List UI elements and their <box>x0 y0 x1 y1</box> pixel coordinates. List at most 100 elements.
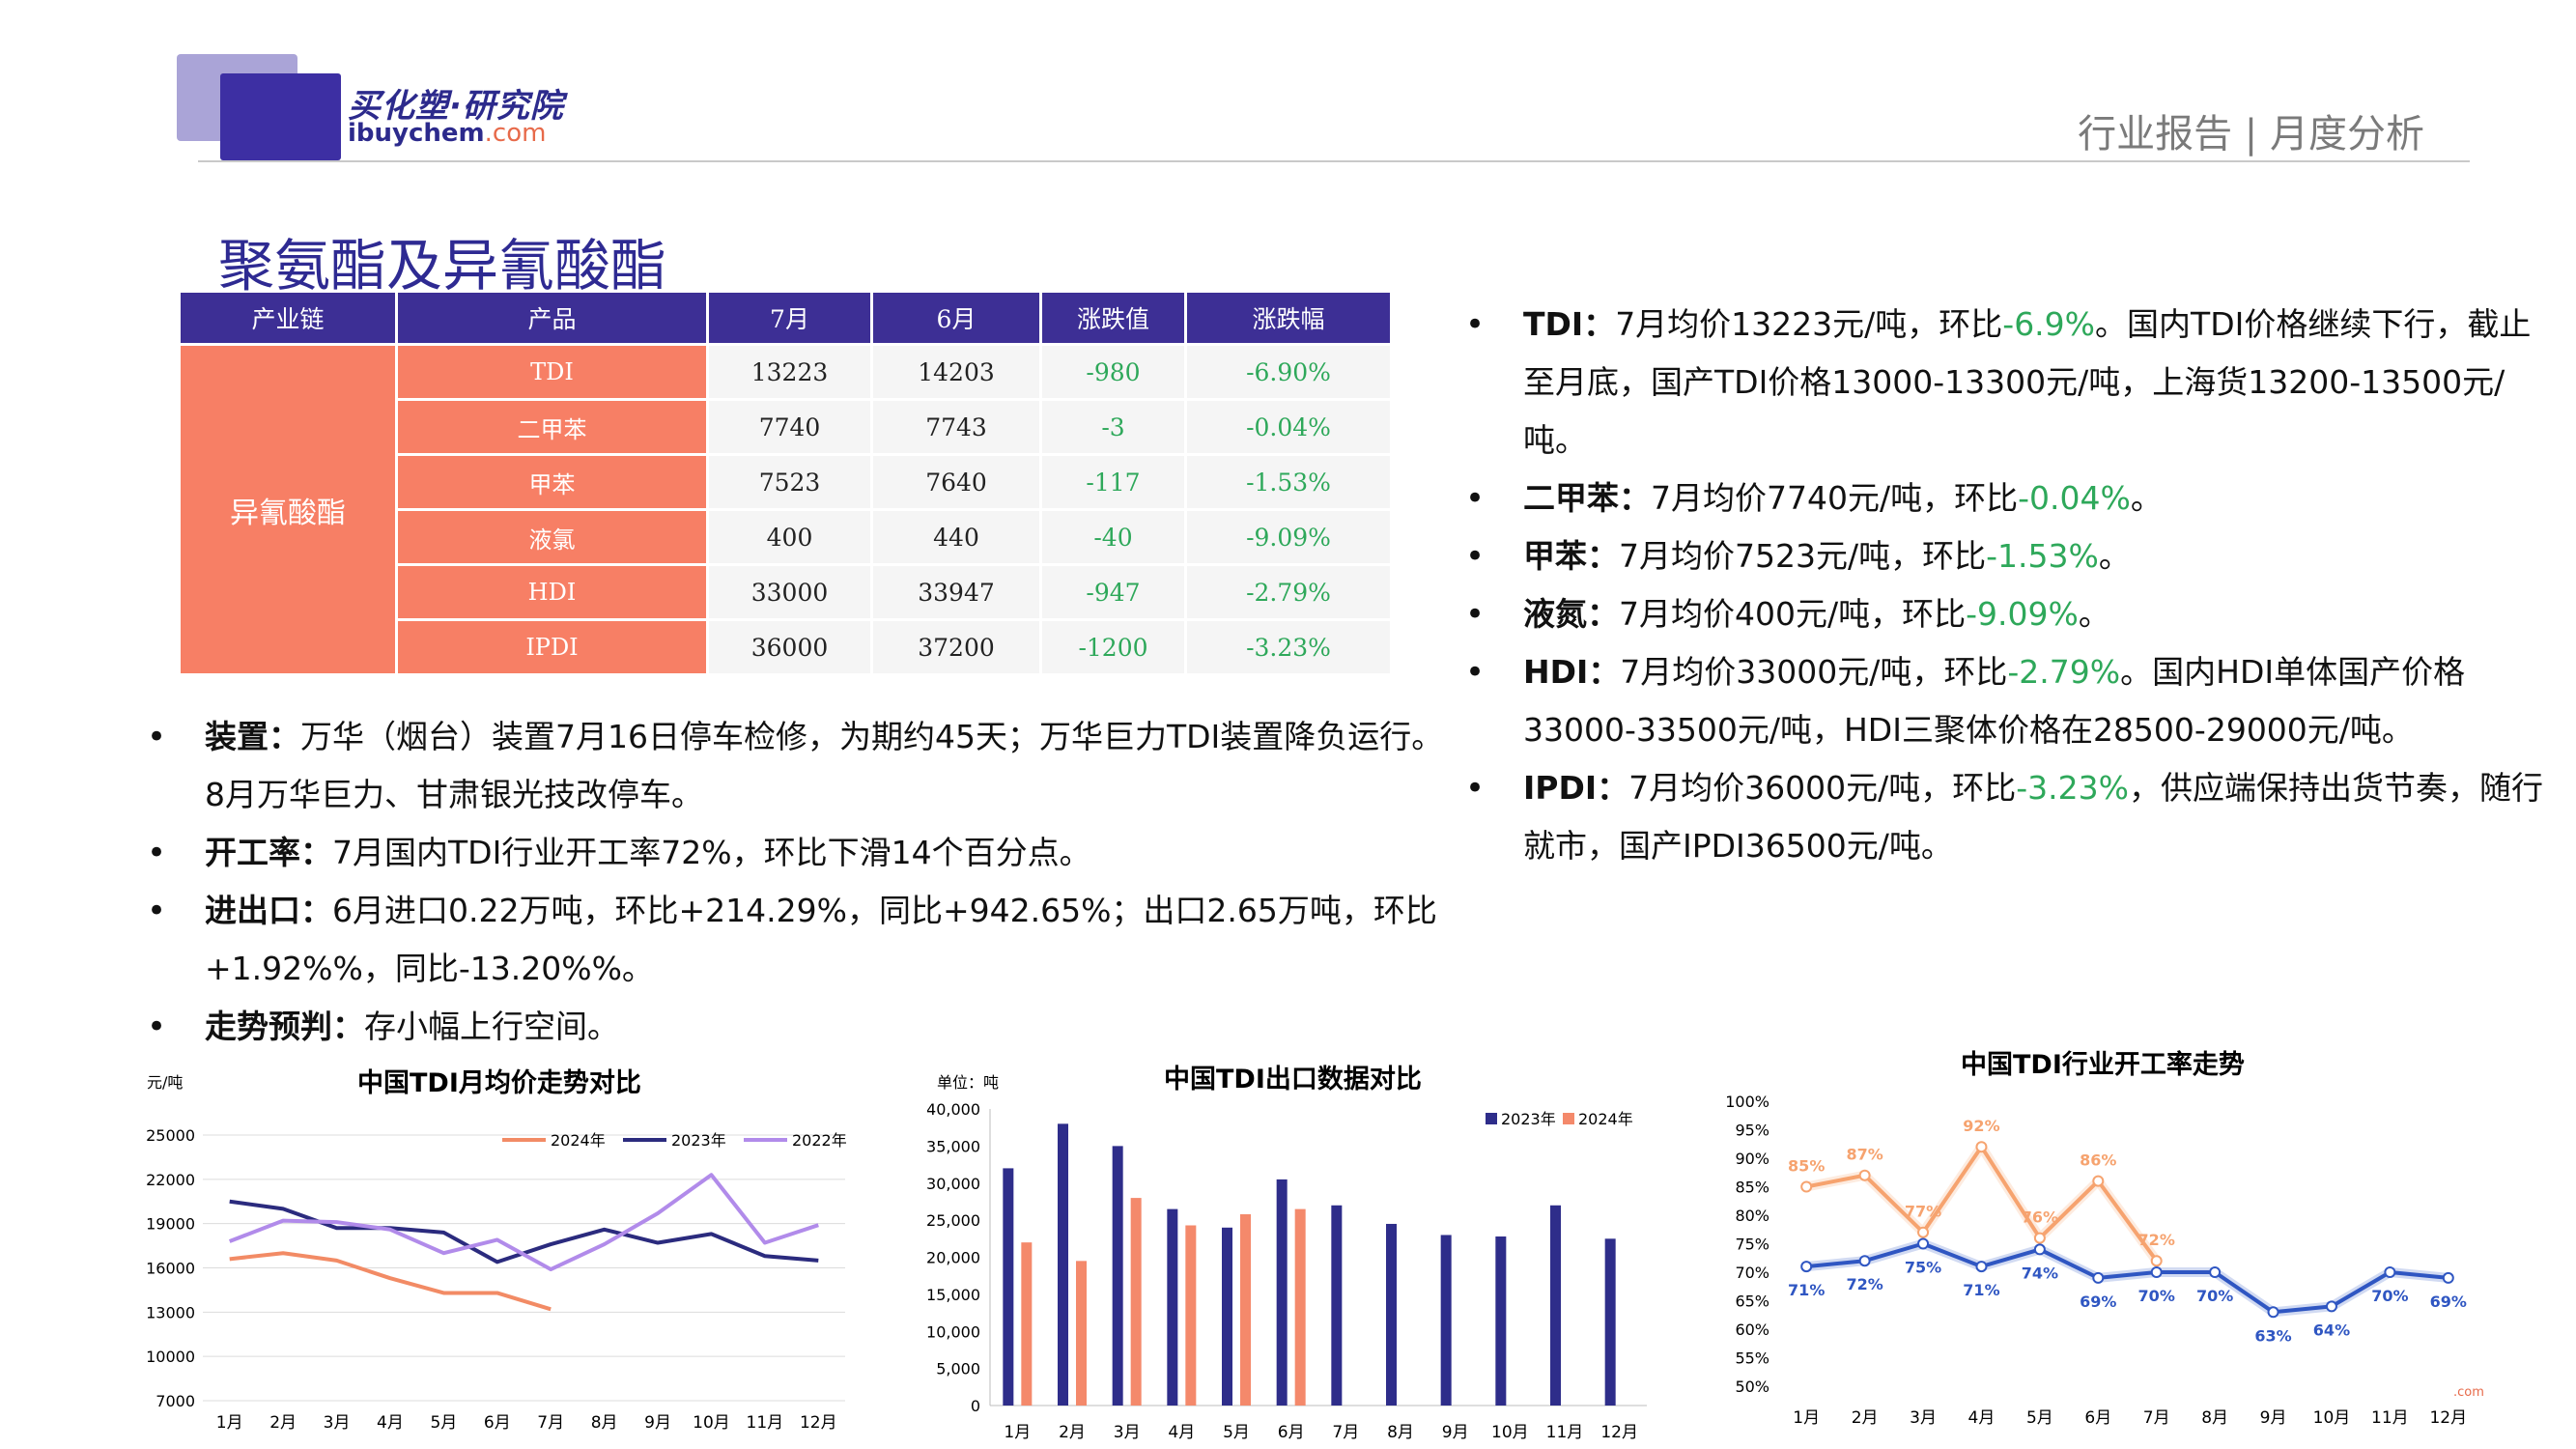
bar-2023年 <box>1604 1238 1616 1406</box>
x-tick-label: 9月 <box>1442 1423 1469 1442</box>
y-tick-label: 70% <box>1735 1264 1769 1282</box>
col-header-change: 涨跌值 <box>1042 293 1184 343</box>
x-tick-label: 8月 <box>1387 1423 1414 1442</box>
bullet-pct: -9.09% <box>1966 595 2079 633</box>
x-tick-label: 10月 <box>1491 1423 1529 1442</box>
x-tick-label: 12月 <box>2429 1408 2467 1428</box>
product-cell: HDI <box>398 566 706 618</box>
pct-cell: -6.90% <box>1187 346 1390 398</box>
bullet-item: 开工率：7月国内TDI行业开工率72%，环比下滑14个百分点。 <box>147 824 1460 882</box>
y-tick-label: 25000 <box>146 1126 195 1145</box>
pct-cell: -1.53% <box>1187 456 1390 508</box>
bullet-label: 装置： <box>205 718 300 755</box>
product-cell: TDI <box>398 346 706 398</box>
y-tick-label: 30,000 <box>927 1175 980 1193</box>
data-label: 74% <box>2022 1264 2058 1282</box>
bar-2023年 <box>1440 1235 1452 1406</box>
bar-2024年 <box>1240 1213 1251 1406</box>
bullet-text: 7月均价13223元/吨，环比 <box>1615 305 2003 343</box>
bullet-item: 甲苯：7月均价7523元/吨，环比-1.53%。 <box>1465 527 2557 585</box>
bar-2023年 <box>1386 1223 1397 1406</box>
logo-shape-front <box>220 73 341 160</box>
x-tick-label: 10月 <box>693 1413 730 1433</box>
series-line-2022年 <box>228 1173 819 1272</box>
chart-title: 中国TDI出口数据对比 <box>1164 1065 1422 1094</box>
x-tick-label: 6月 <box>1278 1423 1305 1442</box>
data-point <box>1858 1255 1871 1267</box>
data-point <box>1975 1141 1988 1153</box>
bullet-label: 开工率： <box>205 834 332 871</box>
bullet-item: 走势预判：存小幅上行空间。 <box>147 998 1460 1056</box>
bar-2023年 <box>1331 1205 1343 1406</box>
data-label: 69% <box>2430 1293 2467 1311</box>
col-header-pct: 涨跌幅 <box>1187 293 1390 343</box>
bullet-text: 7月均价36000元/吨，环比 <box>1628 769 2017 807</box>
data-point <box>2209 1266 2222 1278</box>
x-tick-label: 11月 <box>2371 1408 2409 1428</box>
data-label: 72% <box>1846 1275 1882 1293</box>
left-bullet-list: 装置：万华（烟台）装置7月16日停车检修，为期约45天；万华巨力TDI装置降负运… <box>147 708 1460 1056</box>
jul-cell: 33000 <box>709 566 870 618</box>
data-point <box>2150 1255 2163 1267</box>
data-point <box>2384 1266 2396 1278</box>
data-label: 72% <box>2138 1231 2175 1249</box>
bullet-label: 进出口： <box>205 892 332 929</box>
data-label: 70% <box>2371 1287 2408 1305</box>
x-tick-label: 7月 <box>1332 1423 1359 1442</box>
bar-2023年 <box>1167 1208 1178 1406</box>
y-tick-label: 10,000 <box>927 1322 980 1341</box>
table-header-row: 产业链 产品 7月 6月 涨跌值 涨跌幅 <box>181 293 1390 343</box>
y-tick-label: 10000 <box>146 1348 195 1366</box>
data-point <box>2442 1271 2454 1284</box>
right-bullet-list: TDI：7月均价13223元/吨，环比-6.9%。国内TDI价格继续下行，截止至… <box>1465 296 2557 875</box>
data-point <box>2033 1243 2046 1256</box>
pct-cell: -9.09% <box>1187 511 1390 563</box>
data-label: 64% <box>2313 1321 2350 1339</box>
y-tick-label: 55% <box>1735 1350 1769 1368</box>
x-tick-label: 1月 <box>216 1413 243 1433</box>
data-point <box>2325 1300 2337 1313</box>
jun-cell: 7743 <box>873 401 1039 453</box>
y-tick-label: 16000 <box>146 1260 195 1278</box>
bullet-text: 7月均价400元/吨，环比 <box>1619 595 1967 633</box>
y-tick-label: 20,000 <box>927 1249 980 1267</box>
x-tick-label: 5月 <box>430 1413 457 1433</box>
bar-2024年 <box>1185 1225 1197 1406</box>
bar-2023年 <box>1495 1236 1507 1406</box>
bar-2023年 <box>1276 1179 1288 1406</box>
bullet-item: 装置：万华（烟台）装置7月16日停车检修，为期约45天；万华巨力TDI装置降负运… <box>147 708 1460 824</box>
y-tick-label: 7000 <box>156 1392 195 1410</box>
data-label: 77% <box>1905 1203 1941 1221</box>
change-cell: -1200 <box>1042 621 1184 673</box>
data-label: 63% <box>2254 1326 2291 1345</box>
bullet-text: 。 <box>2098 537 2131 575</box>
data-point <box>1975 1261 1988 1273</box>
x-tick-label: 1月 <box>1793 1408 1820 1428</box>
header-divider <box>198 160 2470 162</box>
jul-cell: 13223 <box>709 346 870 398</box>
data-point <box>2092 1271 2105 1284</box>
data-label: 75% <box>1905 1259 1941 1277</box>
bullet-label: HDI： <box>1523 653 1621 691</box>
product-cell: 液氯 <box>398 511 706 563</box>
bullet-label: IPDI： <box>1523 769 1629 807</box>
legend-label: 2023年 <box>671 1131 726 1150</box>
bullet-item: 液氮：7月均价400元/吨，环比-9.09%。 <box>1465 585 2557 643</box>
col-header-chain: 产业链 <box>181 293 395 343</box>
legend-label: 2023年 <box>1501 1110 1556 1128</box>
bullet-label: 二甲苯： <box>1523 479 1651 517</box>
data-point <box>1858 1169 1871 1181</box>
bar-2023年 <box>1003 1168 1014 1406</box>
bullet-text: 万华（烟台）装置7月16日停车检修，为期约45天；万华巨力TDI装置降负运行。8… <box>205 718 1444 813</box>
data-label: 70% <box>2196 1287 2233 1305</box>
data-label: 71% <box>1788 1281 1825 1299</box>
y-axis-unit: 元/吨 <box>147 1073 183 1092</box>
bullet-item: 进出口：6月进口0.22万吨，环比+214.29%，同比+942.65%；出口2… <box>147 882 1460 998</box>
bullet-label: TDI： <box>1523 305 1616 343</box>
y-tick-label: 25,000 <box>927 1211 980 1230</box>
jul-cell: 7523 <box>709 456 870 508</box>
pct-cell: -3.23% <box>1187 621 1390 673</box>
data-point <box>2267 1306 2279 1319</box>
col-header-product: 产品 <box>398 293 706 343</box>
x-tick-label: 11月 <box>747 1413 784 1433</box>
